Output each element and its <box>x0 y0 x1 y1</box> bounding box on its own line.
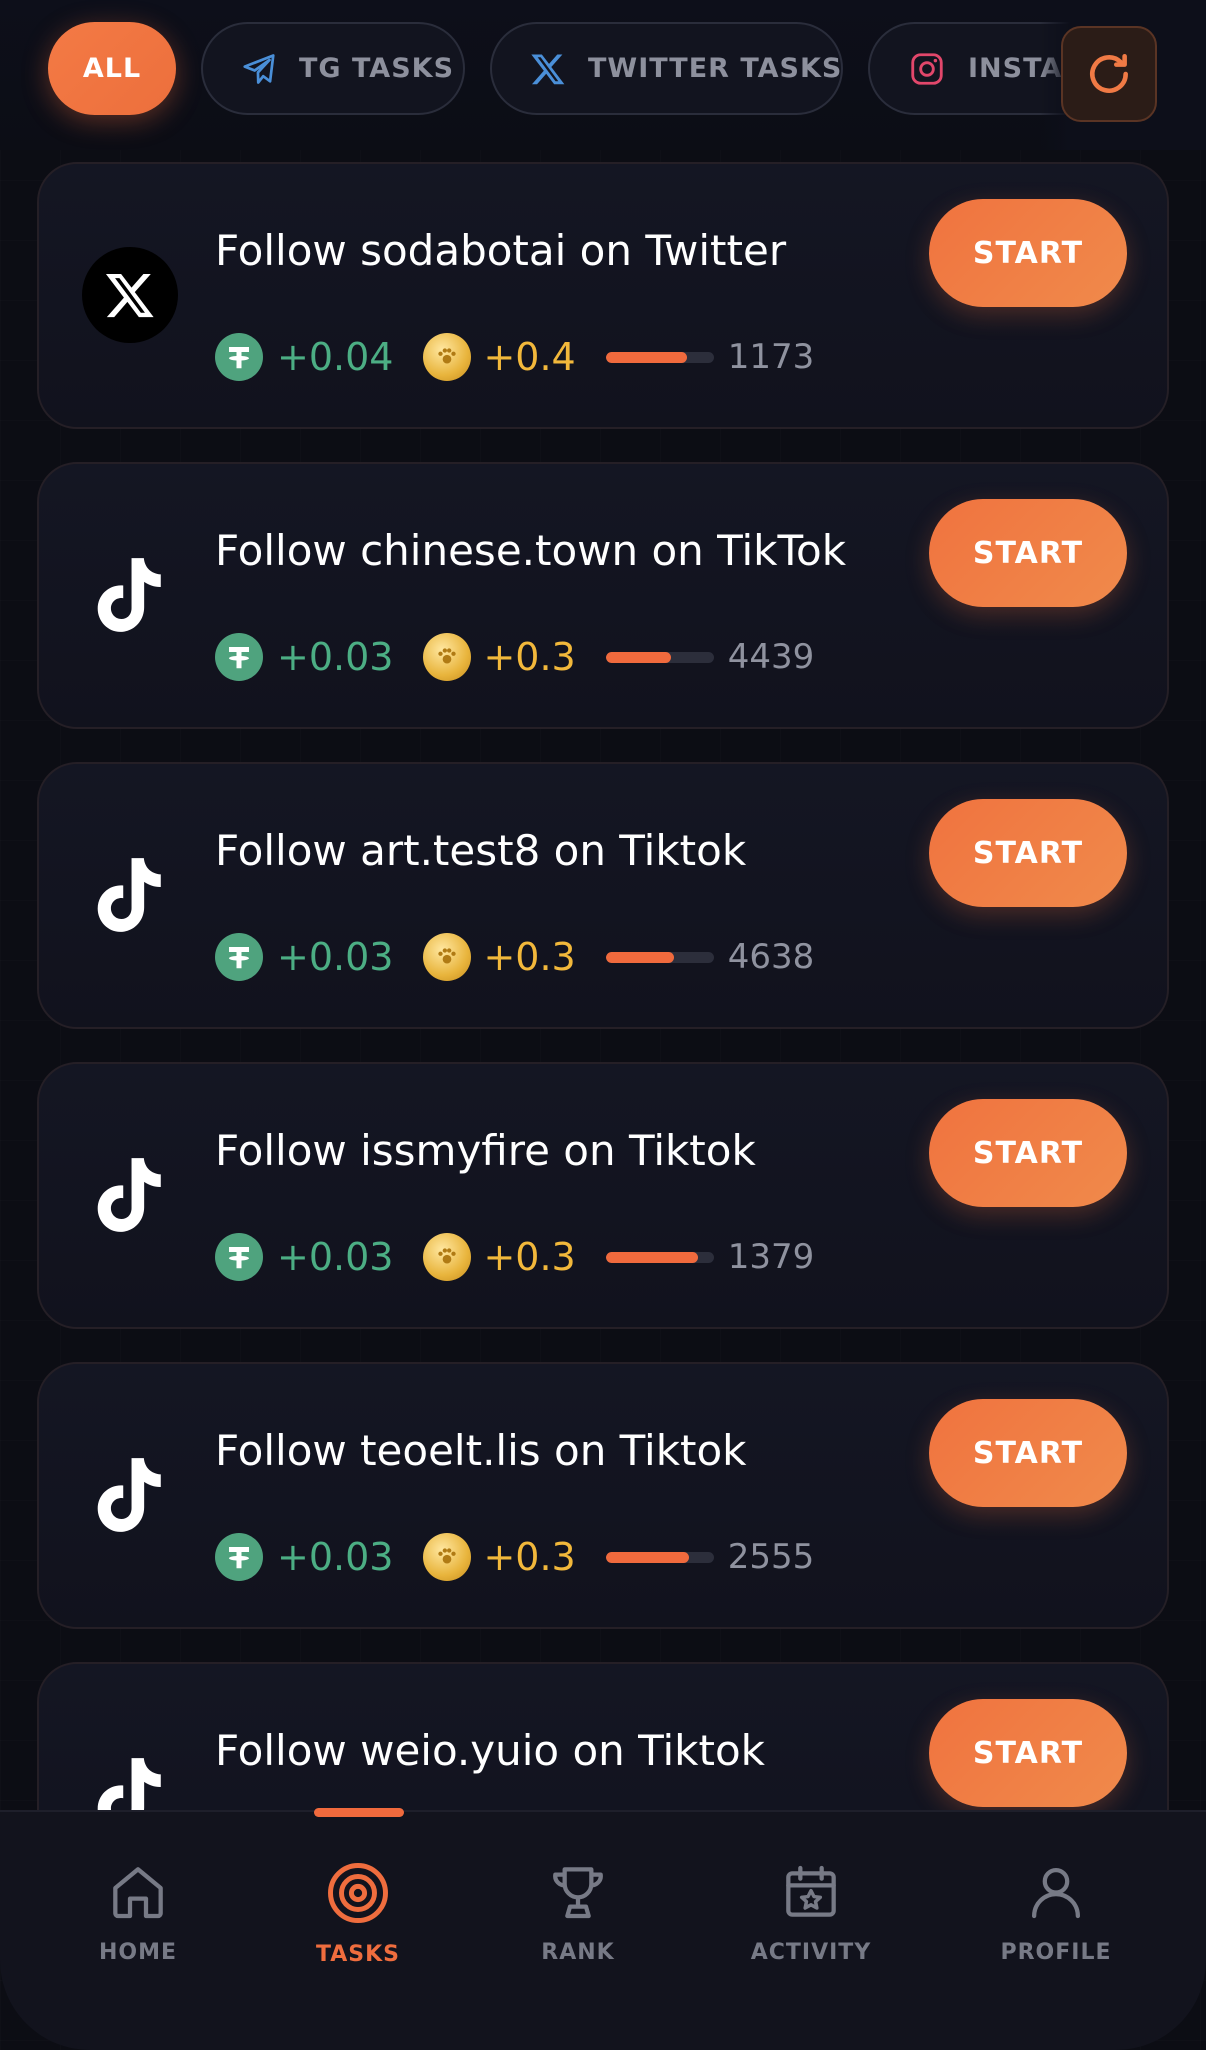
task-progress-bar <box>605 1251 714 1263</box>
usdt-reward: +0.03 <box>277 635 394 679</box>
task-progress-bar <box>605 351 714 363</box>
tiktok-icon <box>82 1747 178 1810</box>
reward-row: +0.03 +0.3 4439 <box>215 632 814 682</box>
task-list[interactable]: Follow sodabotai on Twitter +0.04 +0.4 1… <box>0 0 1206 1810</box>
bottom-navigation: HOME TASKS RANK ACTIVITY PROFILE <box>0 1808 1206 2050</box>
filter-chip-tg-tasks[interactable]: TG TASKS <box>201 22 465 115</box>
task-title: Follow sodabotai on Twitter <box>215 226 787 275</box>
nav-item-profile[interactable]: PROFILE <box>966 1860 1146 1965</box>
participant-count: 2555 <box>727 1537 815 1577</box>
nav-item-tasks[interactable]: TASKS <box>268 1860 448 1967</box>
filter-chip-label: TWITTER TASKS <box>588 53 843 84</box>
refresh-icon <box>1090 54 1128 93</box>
task-title: Follow weio.yuio on Tiktok <box>215 1726 765 1775</box>
task-card: Follow art.test8 on Tiktok +0.03 +0.3 46… <box>37 762 1169 1029</box>
participant-count: 4439 <box>727 637 815 677</box>
start-button[interactable]: START <box>929 799 1127 907</box>
nav-label: ACTIVITY <box>750 1940 872 1965</box>
coin-icon <box>423 333 472 381</box>
target-icon <box>328 1863 388 1923</box>
start-button[interactable]: START <box>929 1399 1127 1507</box>
calendar-star-icon <box>786 1865 836 1917</box>
filter-chip-all[interactable]: ALL <box>48 22 176 115</box>
user-icon <box>1032 1868 1080 1919</box>
tiktok-icon <box>82 1147 178 1243</box>
nav-item-activity[interactable]: ACTIVITY <box>721 1860 901 1965</box>
task-card: Follow teoelt.lis on Tiktok +0.03 +0.3 2… <box>37 1362 1169 1629</box>
tiktok-icon <box>82 547 178 643</box>
coin-icon <box>423 1233 472 1281</box>
tiktok-icon <box>82 847 178 943</box>
task-card: Follow issmyfire on Tiktok +0.03 +0.3 13… <box>37 1062 1169 1329</box>
task-title: Follow chinese.town on TikTok <box>215 526 847 575</box>
usdt-icon <box>215 1533 263 1581</box>
task-filter-bar: ALL TG TASKS TWITTER TASKS INSTA <box>0 0 1206 150</box>
coin-icon <box>423 633 472 681</box>
nav-label: TASKS <box>315 1942 401 1967</box>
refresh-button[interactable] <box>1061 26 1157 122</box>
task-card: Follow weio.yuio on Tiktok START <box>37 1662 1169 1810</box>
task-progress-bar <box>605 951 714 963</box>
instagram-icon <box>911 52 943 85</box>
participant-count: 1379 <box>727 1237 815 1277</box>
usdt-icon <box>215 633 263 681</box>
trophy-icon <box>553 1867 603 1919</box>
task-progress-bar <box>605 651 714 663</box>
x-logo-icon <box>82 247 178 343</box>
coin-icon <box>423 1533 472 1581</box>
telegram-icon <box>243 53 275 84</box>
task-title: Follow teoelt.lis on Tiktok <box>215 1426 747 1475</box>
usdt-icon <box>215 1233 263 1281</box>
reward-row: +0.03 +0.3 1379 <box>215 1232 814 1282</box>
reward-row: +0.03 +0.3 2555 <box>215 1532 814 1582</box>
usdt-icon <box>215 333 263 381</box>
tiktok-icon <box>82 1447 178 1543</box>
coin-icon <box>423 933 472 981</box>
nav-item-home[interactable]: HOME <box>48 1860 228 1965</box>
tasks-page: Follow sodabotai on Twitter +0.04 +0.4 1… <box>0 0 1206 2050</box>
task-title: Follow art.test8 on Tiktok <box>215 826 747 875</box>
coin-reward: +0.4 <box>483 335 576 379</box>
usdt-reward: +0.04 <box>277 335 394 379</box>
participant-count: 4638 <box>727 937 815 977</box>
nav-label: RANK <box>541 1940 615 1965</box>
nav-label: HOME <box>98 1940 178 1965</box>
usdt-reward: +0.03 <box>277 935 394 979</box>
participant-count: 1173 <box>727 337 815 377</box>
coin-reward: +0.3 <box>483 635 576 679</box>
task-card: Follow chinese.town on TikTok +0.03 +0.3… <box>37 462 1169 729</box>
filter-chip-label: TG TASKS <box>299 53 455 84</box>
coin-reward: +0.3 <box>483 1535 576 1579</box>
coin-reward: +0.3 <box>483 1235 576 1279</box>
filter-chip-twitter-tasks[interactable]: TWITTER TASKS <box>490 22 843 115</box>
x-twitter-icon <box>531 53 565 84</box>
nav-item-rank[interactable]: RANK <box>488 1860 668 1965</box>
active-tab-indicator <box>314 1808 404 1817</box>
reward-row: +0.03 +0.3 4638 <box>215 932 814 982</box>
start-button[interactable]: START <box>929 499 1127 607</box>
start-button[interactable]: START <box>929 1699 1127 1807</box>
task-progress-bar <box>605 1551 714 1563</box>
start-button[interactable]: START <box>929 199 1127 307</box>
usdt-reward: +0.03 <box>277 1235 394 1279</box>
task-title: Follow issmyfire on Tiktok <box>215 1126 756 1175</box>
reward-row: +0.04 +0.4 1173 <box>215 332 814 382</box>
usdt-reward: +0.03 <box>277 1535 394 1579</box>
home-icon <box>113 1867 163 1919</box>
usdt-icon <box>215 933 263 981</box>
start-button[interactable]: START <box>929 1099 1127 1207</box>
nav-label: PROFILE <box>1000 1940 1112 1965</box>
coin-reward: +0.3 <box>483 935 576 979</box>
task-card: Follow sodabotai on Twitter +0.04 +0.4 1… <box>37 162 1169 429</box>
